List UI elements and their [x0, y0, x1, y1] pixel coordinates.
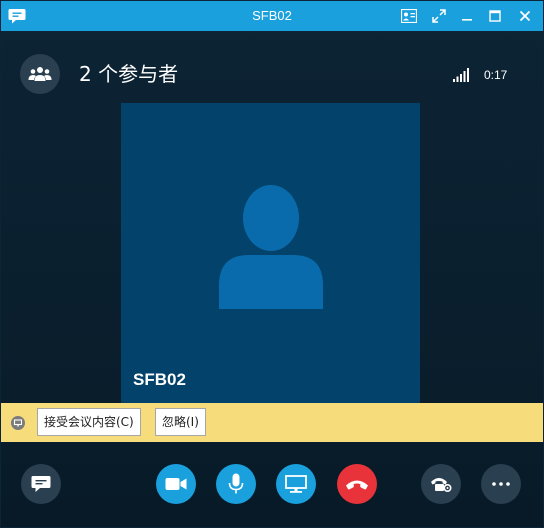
- accept-content-button[interactable]: 接受会议内容(C): [37, 408, 141, 436]
- call-duration: 0:17: [484, 68, 508, 82]
- participants-button[interactable]: [20, 54, 60, 94]
- chat-icon: [31, 476, 51, 492]
- video-button[interactable]: [156, 464, 196, 504]
- hang-up-button[interactable]: [337, 464, 377, 504]
- close-button[interactable]: [515, 6, 535, 26]
- microphone-icon: [228, 473, 244, 494]
- expand-icon: [432, 9, 446, 23]
- contact-card-button[interactable]: [399, 6, 419, 26]
- people-icon: [28, 67, 52, 81]
- fullscreen-button[interactable]: [429, 6, 449, 26]
- video-camera-icon: [165, 478, 187, 490]
- microphone-button[interactable]: [216, 464, 256, 504]
- title-bar[interactable]: SFB02: [1, 1, 543, 31]
- call-controls-button[interactable]: [421, 464, 461, 504]
- more-options-button[interactable]: [481, 464, 521, 504]
- contact-card-icon: [401, 9, 417, 23]
- participants-count: 2 个参与者: [79, 62, 179, 86]
- participant-name: SFB02: [133, 370, 186, 389]
- more-icon: [492, 482, 510, 486]
- monitor-icon: [285, 475, 307, 493]
- meeting-window: SFB02 2 个参与者 0:17 SFB02 接受会议内容(C) 忽略(I): [0, 0, 544, 528]
- signal-strength-icon: [453, 68, 469, 82]
- minimize-icon: [462, 19, 472, 21]
- presentation-icon: [11, 416, 25, 430]
- chat-button[interactable]: [21, 464, 61, 504]
- ignore-button[interactable]: 忽略(I): [155, 408, 206, 436]
- notification-bar: 接受会议内容(C) 忽略(I): [1, 403, 543, 442]
- end-call-icon: [346, 480, 368, 490]
- minimize-button[interactable]: [457, 6, 477, 26]
- present-button[interactable]: [276, 464, 316, 504]
- avatar-placeholder-icon: [219, 185, 323, 309]
- close-icon: [519, 10, 531, 22]
- participant-video-tile[interactable]: SFB02: [121, 103, 420, 403]
- phone-settings-icon: [431, 478, 452, 493]
- maximize-button[interactable]: [485, 6, 505, 26]
- maximize-icon: [489, 10, 501, 22]
